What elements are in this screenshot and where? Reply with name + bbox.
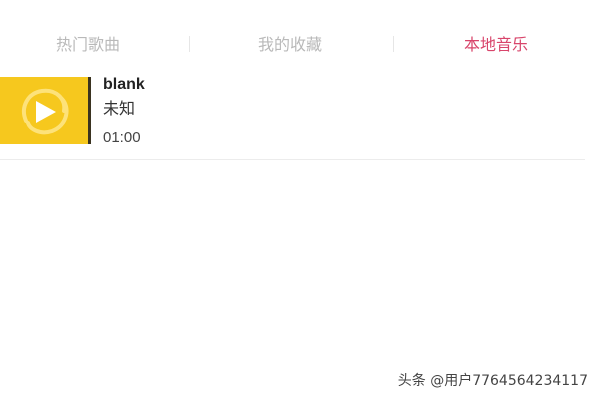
- watermark: 头条 @用户7764564234117: [397, 373, 588, 389]
- tab-favorites[interactable]: 我的收藏: [230, 28, 350, 62]
- local-music-screen: 热门歌曲 我的收藏 本地音乐 blank 未知 01:00 头条 @用户7764…: [0, 0, 600, 400]
- tab-hot-songs[interactable]: 热门歌曲: [28, 28, 148, 62]
- song-list-item[interactable]: blank 未知 01:00: [0, 75, 585, 160]
- album-cover: [0, 77, 88, 144]
- tab-bar: 热门歌曲 我的收藏 本地音乐: [0, 28, 600, 62]
- cover-edge: [88, 77, 91, 144]
- song-artist: 未知: [103, 99, 136, 118]
- tab-divider: [189, 36, 190, 52]
- play-icon: [0, 77, 88, 144]
- song-title: blank: [103, 76, 145, 93]
- tab-divider: [393, 36, 394, 52]
- tab-local-music[interactable]: 本地音乐: [436, 28, 556, 62]
- song-duration: 01:00: [103, 129, 141, 146]
